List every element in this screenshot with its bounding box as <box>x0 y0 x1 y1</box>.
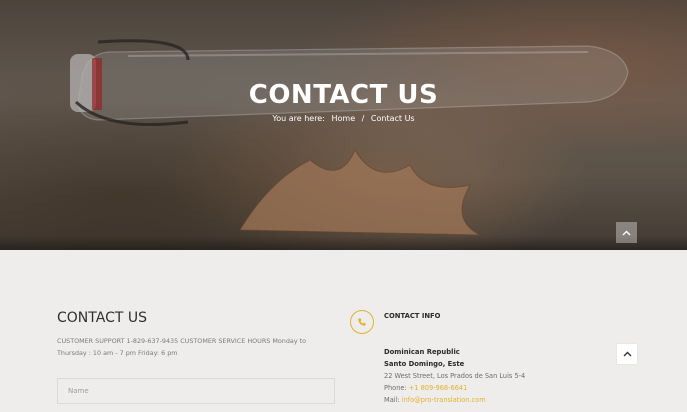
back-to-top-button[interactable] <box>617 344 637 364</box>
phone-line: Phone: +1 809-968-6641 <box>384 384 467 392</box>
mail-line: Mail: info@pro-translation.com <box>384 396 486 404</box>
contact-info-title: CONTACT INFO <box>384 312 441 320</box>
contact-description: CUSTOMER SUPPORT 1-829-637-9435 CUSTOMER… <box>57 337 307 357</box>
page-title: CONTACT US <box>248 80 439 110</box>
address-street: 22 West Street, Los Prados de San Luis 5… <box>384 372 526 380</box>
mail-link[interactable]: info@pro-translation.com <box>402 396 486 404</box>
chevron-up-icon <box>623 351 631 357</box>
hero-scroll-up-button[interactable] <box>616 222 637 243</box>
mail-label: Mail: <box>384 396 400 404</box>
name-input[interactable] <box>57 378 335 404</box>
breadcrumb: You are here: Home / Contact Us <box>0 114 687 123</box>
address-country: Dominican Republic <box>384 348 460 356</box>
hero-banner: CONTACT US You are here: Home / Contact … <box>0 0 687 250</box>
hero-shadow <box>0 236 687 250</box>
chevron-up-icon <box>622 230 631 235</box>
breadcrumb-current: Contact Us <box>370 114 415 123</box>
hero-overlay <box>0 0 687 250</box>
breadcrumb-home-link[interactable]: Home <box>331 114 355 123</box>
contact-form-title: CONTACT US <box>57 310 147 326</box>
breadcrumb-separator: / <box>361 114 365 123</box>
breadcrumb-prefix: You are here: <box>272 114 325 123</box>
contact-section: CONTACT US CUSTOMER SUPPORT 1-829-637-94… <box>0 250 687 412</box>
phone-label: Phone: <box>384 384 407 392</box>
phone-icon <box>350 310 374 334</box>
address-city: Santo Domingo, Este <box>384 360 465 368</box>
phone-link[interactable]: +1 809-968-6641 <box>409 384 468 392</box>
